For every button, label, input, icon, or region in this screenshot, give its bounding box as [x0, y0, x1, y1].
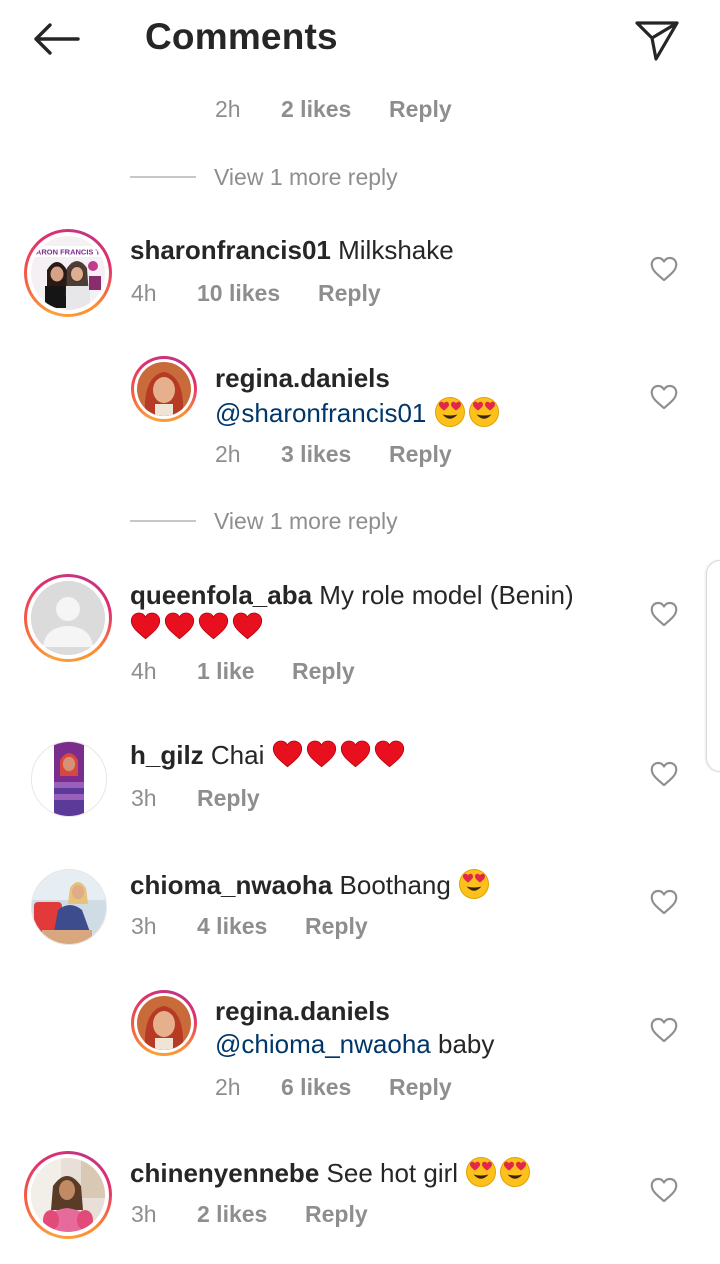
comment-meta: 4h 10 likes Reply: [0, 280, 640, 310]
heart-outline-icon[interactable]: [650, 384, 678, 410]
likes-count[interactable]: 2 likes: [281, 96, 351, 123]
red-heart-icon: [130, 612, 161, 640]
page-title: Comments: [145, 16, 338, 57]
heart-eyes-emoji-icon: [468, 396, 500, 428]
back-button[interactable]: [28, 16, 84, 62]
heart-outline-icon[interactable]: [650, 1017, 678, 1043]
red-heart-icon: [232, 612, 263, 640]
heart-outline-icon[interactable]: [650, 1177, 678, 1203]
likes-count[interactable]: 3 likes: [281, 441, 351, 468]
likes-count[interactable]: 6 likes: [281, 1074, 351, 1101]
red-heart-icon: [164, 612, 195, 640]
comment-body: Chai: [210, 740, 265, 770]
reply-meta: 2h 2 likes Reply: [0, 96, 720, 126]
likes-count[interactable]: 2 likes: [197, 1201, 267, 1228]
likes-count[interactable]: 1 like: [197, 658, 255, 685]
heart-outline-icon[interactable]: [650, 601, 678, 627]
send-icon: [635, 21, 679, 61]
comment-time: 2h: [215, 441, 241, 467]
heart-eyes-emoji-icon: [465, 1156, 497, 1188]
comment-meta: 3h Reply: [0, 785, 640, 815]
comment-meta: 2h 3 likes Reply: [0, 441, 640, 471]
emoji-group: [434, 398, 502, 428]
divider-line: [130, 520, 196, 522]
default-avatar-icon: [31, 581, 105, 655]
reply-button[interactable]: Reply: [389, 96, 452, 123]
reply-text: @sharonfrancis01: [215, 396, 502, 429]
username[interactable]: regina.daniels: [215, 363, 390, 393]
comment-time: 3h: [131, 1201, 157, 1227]
reply-button[interactable]: Reply: [305, 913, 368, 940]
divider-line: [130, 176, 196, 178]
reply-text: @chioma_nwaoha baby: [215, 1029, 494, 1060]
comment-text: chioma_nwaoha Boothang: [130, 868, 492, 901]
comment-body: My role model (Benin): [319, 580, 574, 610]
reply-button[interactable]: Reply: [305, 1201, 368, 1228]
edge-panel-handle[interactable]: [706, 560, 720, 772]
heart-outline-icon[interactable]: [650, 256, 678, 282]
emoji-group: [465, 1158, 533, 1188]
red-heart-icon: [374, 740, 405, 768]
comment-body: Milkshake: [338, 235, 454, 265]
red-heart-icon: [340, 740, 371, 768]
red-hearts: [130, 612, 266, 642]
share-button[interactable]: [630, 14, 684, 68]
mention-link[interactable]: @sharonfrancis01: [215, 398, 426, 428]
avatar-image: [137, 996, 191, 1050]
reply-button[interactable]: Reply: [292, 658, 355, 685]
comment-time: 3h: [131, 913, 157, 939]
likes-count[interactable]: 4 likes: [197, 913, 267, 940]
comment-body: See hot girl: [326, 1158, 459, 1188]
comment-time: 3h: [131, 785, 157, 811]
username[interactable]: queenfola_aba: [130, 580, 312, 610]
comment-text: h_gilz Chai: [130, 740, 408, 771]
avatar[interactable]: [24, 574, 112, 662]
comment-text: sharonfrancis01 Milkshake: [130, 235, 454, 266]
comment-meta: 2h 6 likes Reply: [0, 1074, 640, 1104]
avatar-brand-text: ARON FRANCIS T: [36, 248, 101, 257]
username[interactable]: sharonfrancis01: [130, 235, 331, 265]
mention-link[interactable]: @chioma_nwaoha: [215, 1029, 431, 1059]
reply-username: regina.daniels: [215, 996, 390, 1027]
view-more-label[interactable]: View 1 more reply: [214, 508, 398, 535]
red-heart-icon: [272, 740, 303, 768]
comment-time: 2h: [215, 96, 241, 122]
heart-outline-icon[interactable]: [650, 761, 678, 787]
comment-body: Boothang: [339, 870, 451, 900]
username[interactable]: chinenyennebe: [130, 1158, 319, 1188]
comment-body: baby: [437, 1029, 495, 1059]
avatar[interactable]: [131, 356, 197, 422]
red-hearts: [272, 740, 408, 770]
comment-text: queenfola_aba My role model (Benin): [130, 580, 574, 611]
heart-eyes-emoji-icon: [458, 868, 490, 900]
reply-username: regina.daniels: [215, 363, 390, 394]
heart-eyes-emoji-icon: [499, 1156, 531, 1188]
arrow-left-icon: [34, 23, 80, 55]
view-more-label[interactable]: View 1 more reply: [214, 164, 398, 191]
comment-meta: 4h 1 like Reply: [0, 658, 640, 688]
avatar-image: [137, 362, 191, 416]
reply-button[interactable]: Reply: [389, 441, 452, 468]
reply-button[interactable]: Reply: [318, 280, 381, 307]
comment-time: 2h: [215, 1074, 241, 1100]
header-bar: Comments: [0, 0, 720, 78]
heart-outline-icon[interactable]: [650, 889, 678, 915]
comment-meta: 3h 2 likes Reply: [0, 1201, 640, 1231]
avatar[interactable]: [131, 990, 197, 1056]
red-heart-icon: [306, 740, 337, 768]
comment-meta: 3h 4 likes Reply: [0, 913, 640, 943]
username[interactable]: regina.daniels: [215, 996, 390, 1026]
reply-button[interactable]: Reply: [389, 1074, 452, 1101]
username[interactable]: chioma_nwaoha: [130, 870, 332, 900]
red-heart-icon: [198, 612, 229, 640]
comment-text: chinenyennebe See hot girl: [130, 1156, 533, 1189]
likes-count[interactable]: 10 likes: [197, 280, 280, 307]
reply-button[interactable]: Reply: [197, 785, 260, 812]
comment-time: 4h: [131, 280, 157, 306]
username[interactable]: h_gilz: [130, 740, 204, 770]
heart-eyes-emoji-icon: [434, 396, 466, 428]
comment-text-line2: [130, 612, 266, 643]
comment-time: 4h: [131, 658, 157, 684]
